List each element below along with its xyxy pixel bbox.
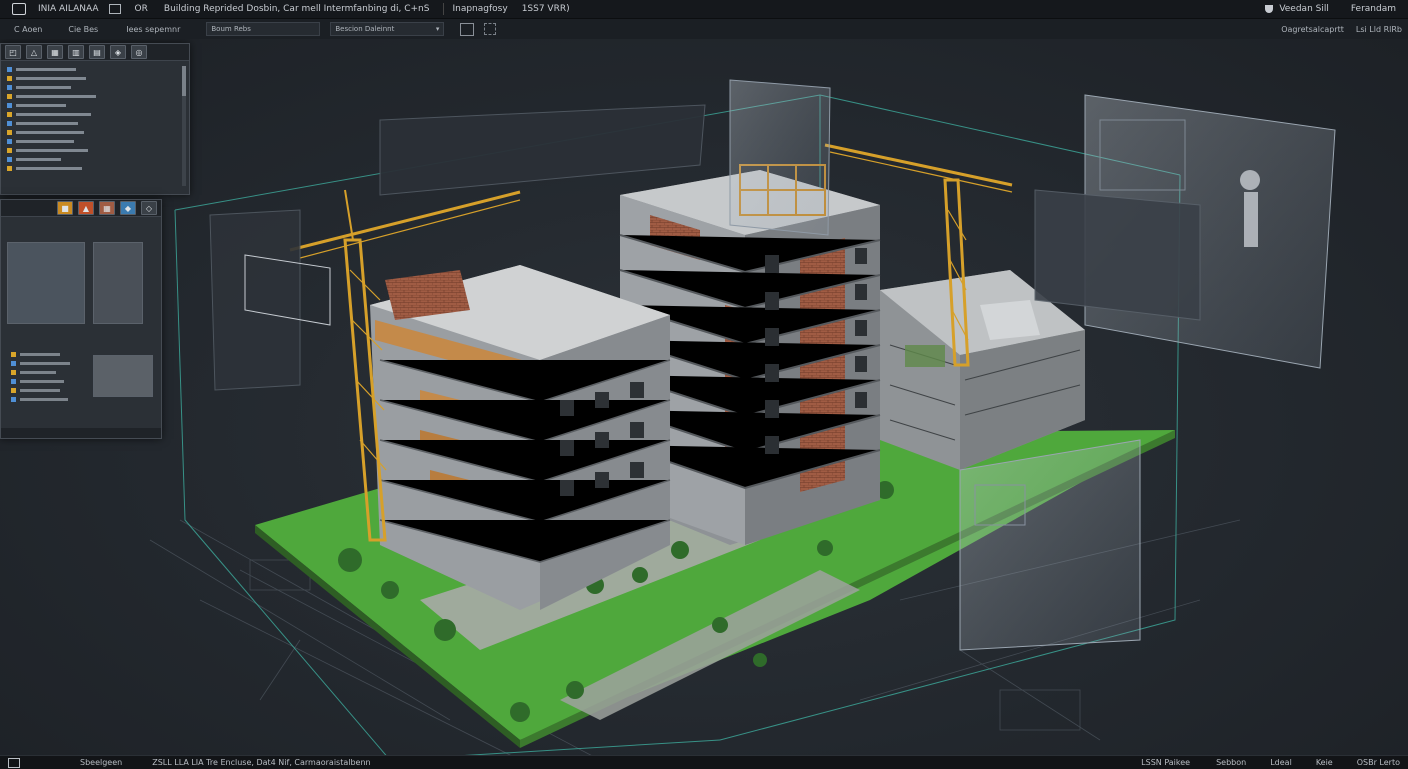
3d-viewport[interactable]: ◰ △ ▦ ▥ ▤ ◈ ◎ ■ ▲ ▦ ◆ ◇ — [0, 39, 1408, 755]
sequence-button[interactable]: Iees sepemnr — [120, 23, 186, 36]
terrain-icon[interactable]: ◇ — [141, 201, 157, 215]
grid-icon[interactable]: ▦ — [47, 45, 63, 59]
menu-ca[interactable]: OR — [135, 4, 148, 14]
doc-icon[interactable]: ▤ — [89, 45, 105, 59]
property-list — [5, 350, 87, 404]
tree-row[interactable] — [1, 110, 189, 119]
status-r1[interactable]: LSSN Paikee — [1141, 758, 1190, 767]
project-tree-panel: ◰ △ ▦ ▥ ▤ ◈ ◎ — [0, 43, 190, 195]
tree-row[interactable] — [1, 92, 189, 101]
grid-icon[interactable] — [484, 23, 497, 35]
status-r3[interactable]: Ldeal — [1270, 758, 1292, 767]
tree-row[interactable] — [1, 101, 189, 110]
tree-row[interactable] — [1, 128, 189, 137]
panel-toolbar: ◰ △ ▦ ▥ ▤ ◈ ◎ — [1, 44, 189, 61]
status-bar: Sbeelgeen ZSLL LLA LIA Tre Encluse, Dat4… — [0, 755, 1408, 769]
mode-label[interactable]: Inapnagfosy — [452, 4, 507, 14]
globe-icon[interactable]: ◎ — [131, 45, 147, 59]
status-r5[interactable]: OSBr Lerto — [1357, 758, 1400, 767]
document-title: Building Reprided Dosbin, Car mell Inter… — [163, 4, 430, 14]
toolbar-right-text[interactable]: Oagretsalcaprtt — [1281, 25, 1344, 34]
menu-right[interactable]: Ferandam — [1351, 4, 1396, 14]
cursor-icon[interactable]: ◰ — [5, 45, 21, 59]
window-icon[interactable] — [108, 4, 121, 14]
open-button[interactable]: C Aoen — [8, 23, 48, 36]
triangle-icon[interactable]: △ — [26, 45, 42, 59]
files-button[interactable]: Cie Bes — [62, 23, 104, 36]
tree-row[interactable] — [1, 119, 189, 128]
scrollbar[interactable] — [182, 66, 186, 186]
slab-thumbnail[interactable] — [93, 355, 153, 397]
list-item[interactable] — [5, 359, 87, 368]
toolbar-right-small[interactable]: Lsi Lld RlRb — [1356, 25, 1402, 34]
tree-row[interactable] — [1, 65, 189, 74]
list-item[interactable] — [5, 395, 87, 404]
shield-icon[interactable] — [1265, 5, 1274, 13]
list-item[interactable] — [5, 368, 87, 377]
list-item[interactable] — [5, 350, 87, 359]
status-icon[interactable] — [8, 757, 20, 768]
brick-icon[interactable]: ▦ — [99, 201, 115, 215]
app-logo-icon[interactable] — [12, 3, 26, 15]
tree-row[interactable] — [1, 146, 189, 155]
mesh-icon[interactable]: ◆ — [120, 201, 136, 215]
section-combo[interactable]: Bescion Daleinnt ▾ — [330, 22, 445, 36]
asset-footer — [1, 428, 161, 438]
separator — [443, 3, 445, 15]
building-scene[interactable] — [0, 39, 1408, 755]
mid-rise-building — [370, 265, 671, 610]
tree-row[interactable] — [1, 164, 189, 173]
tree-row[interactable] — [1, 74, 189, 83]
tree-list — [1, 61, 189, 173]
list-item[interactable] — [5, 386, 87, 395]
app-title: INIA AILANAA — [38, 4, 99, 14]
layers-icon[interactable]: ◈ — [110, 45, 126, 59]
cube-icon[interactable]: ■ — [57, 201, 73, 215]
status-left: Sbeelgeen — [80, 758, 123, 767]
building-thumbnail[interactable] — [7, 242, 85, 324]
main-toolbar: C Aoen Cie Bes Iees sepemnr Boum Rebs Be… — [0, 19, 1408, 40]
tree-row[interactable] — [1, 155, 189, 164]
status-r4[interactable]: Keie — [1316, 758, 1333, 767]
fire-icon[interactable]: ▲ — [78, 201, 94, 215]
view-combo[interactable]: Boum Rebs — [206, 22, 321, 36]
asset-library-panel: ■ ▲ ▦ ◆ ◇ — [0, 199, 162, 439]
asset-toolbar: ■ ▲ ▦ ◆ ◇ — [1, 200, 161, 217]
status-r2[interactable]: Sebbon — [1216, 758, 1246, 767]
tree-row[interactable] — [1, 83, 189, 92]
measure-icon[interactable] — [460, 22, 475, 36]
structure-thumbnail[interactable] — [93, 242, 143, 324]
column-icon[interactable]: ▥ — [68, 45, 84, 59]
list-item[interactable] — [5, 377, 87, 386]
status-middle: ZSLL LLA LIA Tre Encluse, Dat4 Nif, Carm… — [152, 758, 371, 767]
version-label: 1SS7 VRR) — [521, 4, 570, 14]
user-label[interactable]: Veedan Sill — [1279, 4, 1329, 14]
tree-row[interactable] — [1, 137, 189, 146]
title-bar: INIA AILANAA OR Building Reprided Dosbin… — [0, 0, 1408, 19]
chevron-down-icon: ▾ — [435, 25, 440, 33]
